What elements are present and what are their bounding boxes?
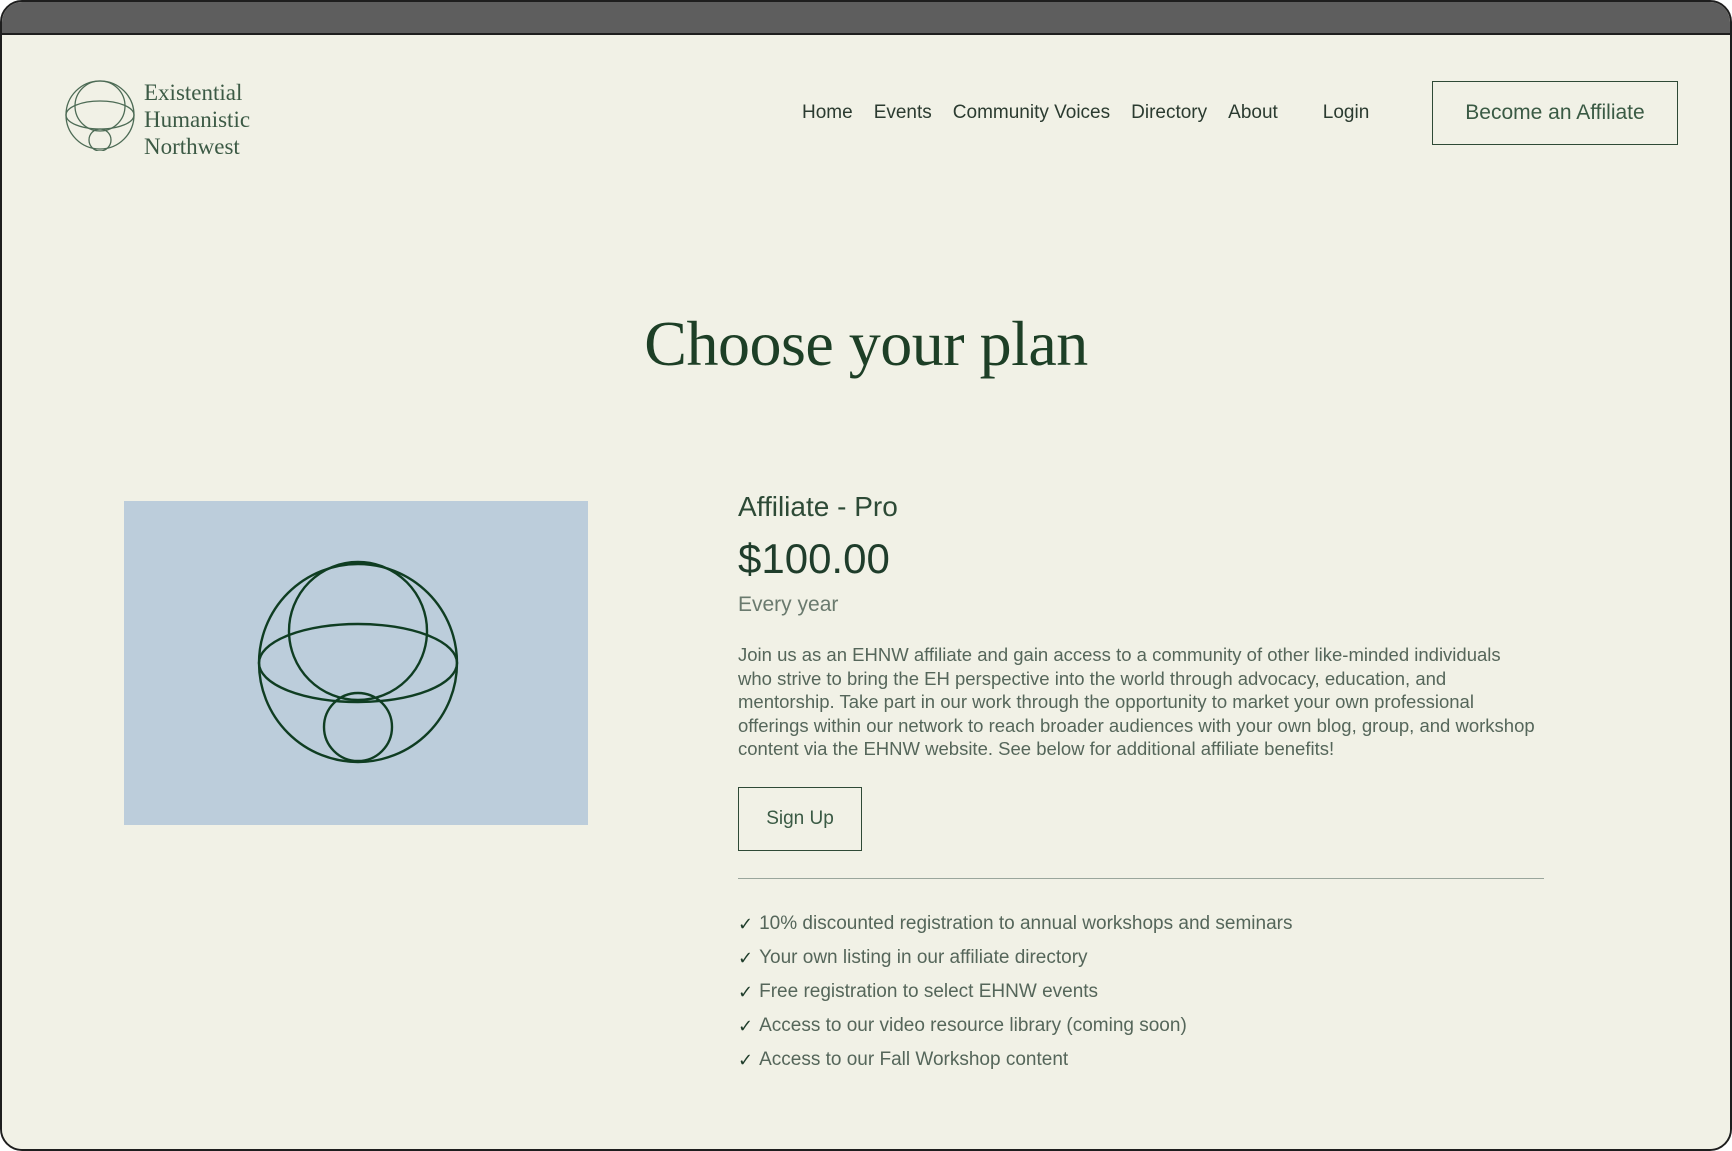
plan-emblem-icon <box>257 560 459 764</box>
check-icon: ✓ <box>738 913 754 934</box>
nav-about[interactable]: About <box>1228 102 1278 124</box>
site-logo[interactable]: Existential Humanistic Northwest <box>64 79 250 160</box>
benefit-item: ✓ Free registration to select EHNW event… <box>738 975 1544 1009</box>
page-title: Choose your plan <box>644 308 1088 379</box>
logo-line-2: Humanistic <box>144 107 251 132</box>
become-affiliate-button[interactable]: Become an Affiliate <box>1432 81 1678 145</box>
logo-line-1: Existential <box>144 80 243 105</box>
logo-mark-icon <box>65 80 135 151</box>
plan-name: Affiliate - Pro <box>738 491 898 522</box>
nav-community-voices[interactable]: Community Voices <box>953 102 1110 124</box>
benefit-text: 10% discounted registration to annual wo… <box>759 912 1293 934</box>
plan-details: Affiliate - Pro $100.00 Every year Join … <box>738 491 1544 1077</box>
benefit-text: Free registration to select EHNW events <box>759 980 1099 1002</box>
check-icon: ✓ <box>738 981 754 1002</box>
nav-directory[interactable]: Directory <box>1131 102 1207 124</box>
benefit-item: ✓ Access to our Fall Workshop content <box>738 1043 1544 1077</box>
logo-text: Existential Humanistic Northwest <box>144 79 250 160</box>
plan-image <box>124 501 588 825</box>
window-titlebar <box>2 2 1730 35</box>
plan-period: Every year <box>738 593 839 616</box>
nav-login[interactable]: Login <box>1323 102 1370 124</box>
benefit-text: Your own listing in our affiliate direct… <box>759 946 1088 968</box>
check-icon: ✓ <box>738 1015 754 1036</box>
benefit-text: Access to our video resource library (co… <box>759 1014 1187 1036</box>
plan-description: Join us as an EHNW affiliate and gain ac… <box>738 644 1535 759</box>
main-nav: Home Events Community Voices Directory A… <box>802 102 1390 124</box>
nav-events[interactable]: Events <box>874 102 932 124</box>
benefit-item: ✓ Access to our video resource library (… <box>738 1009 1544 1043</box>
divider <box>738 877 1544 879</box>
benefit-text: Access to our Fall Workshop content <box>759 1048 1069 1070</box>
page: Existential Humanistic Northwest Home Ev… <box>2 35 1730 1149</box>
benefit-item: ✓ Your own listing in our affiliate dire… <box>738 941 1544 975</box>
benefit-item: ✓ 10% discounted registration to annual … <box>738 907 1544 941</box>
plan-price: $100.00 <box>738 535 890 582</box>
sign-up-button[interactable]: Sign Up <box>738 786 862 851</box>
logo-line-3: Northwest <box>144 134 240 159</box>
check-icon: ✓ <box>738 947 754 968</box>
benefits-list: ✓ 10% discounted registration to annual … <box>738 907 1544 1077</box>
browser-window: Existential Humanistic Northwest Home Ev… <box>0 0 1732 1151</box>
nav-home[interactable]: Home <box>802 102 853 124</box>
check-icon: ✓ <box>738 1049 754 1070</box>
